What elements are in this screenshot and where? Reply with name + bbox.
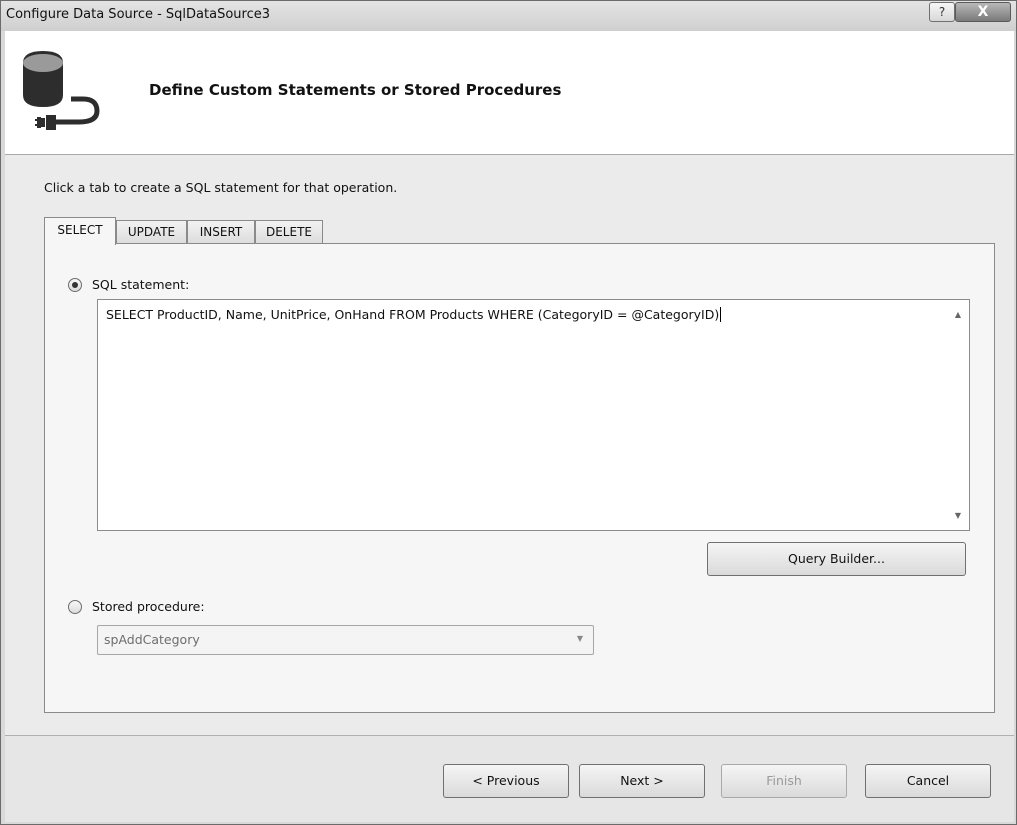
sql-statement-text: SELECT ProductID, Name, UnitPrice, OnHan…: [106, 307, 722, 322]
tab-insert[interactable]: INSERT: [187, 220, 255, 244]
scroll-up-icon[interactable]: ▲: [953, 310, 963, 319]
chevron-down-icon: ▼: [576, 634, 583, 643]
stored-procedure-select[interactable]: spAddCategory ▼: [97, 625, 594, 655]
tab-select[interactable]: SELECT: [44, 217, 116, 245]
configure-data-source-dialog: Configure Data Source - SqlDataSource3 ?…: [0, 0, 1017, 825]
query-builder-button[interactable]: Query Builder...: [707, 542, 966, 576]
wizard-header: Define Custom Statements or Stored Proce…: [5, 31, 1014, 155]
next-button[interactable]: Next >: [579, 764, 705, 798]
close-button[interactable]: X: [955, 2, 1011, 22]
instruction-text: Click a tab to create a SQL statement fo…: [44, 180, 398, 195]
stored-procedure-value: spAddCategory: [104, 632, 200, 647]
title-bar: Configure Data Source - SqlDataSource3 ?…: [1, 1, 1016, 31]
cancel-button[interactable]: Cancel: [865, 764, 991, 798]
stored-procedure-label: Stored procedure:: [92, 599, 205, 614]
text-caret: [720, 307, 722, 322]
tab-delete[interactable]: DELETE: [255, 220, 323, 244]
finish-button[interactable]: Finish: [721, 764, 847, 798]
page-title: Define Custom Statements or Stored Proce…: [149, 81, 562, 99]
window-title: Configure Data Source - SqlDataSource3: [6, 7, 270, 22]
previous-button[interactable]: < Previous: [443, 764, 569, 798]
sql-statement-label: SQL statement:: [92, 277, 190, 292]
tab-update[interactable]: UPDATE: [116, 220, 187, 244]
sql-statement-textarea[interactable]: SELECT ProductID, Name, UnitPrice, OnHan…: [97, 299, 970, 531]
database-plug-icon: [19, 51, 119, 145]
scroll-down-icon[interactable]: ▼: [953, 511, 963, 520]
stored-procedure-radio[interactable]: [68, 600, 82, 614]
sql-statement-radio[interactable]: [68, 278, 82, 292]
help-button[interactable]: ?: [929, 2, 955, 22]
